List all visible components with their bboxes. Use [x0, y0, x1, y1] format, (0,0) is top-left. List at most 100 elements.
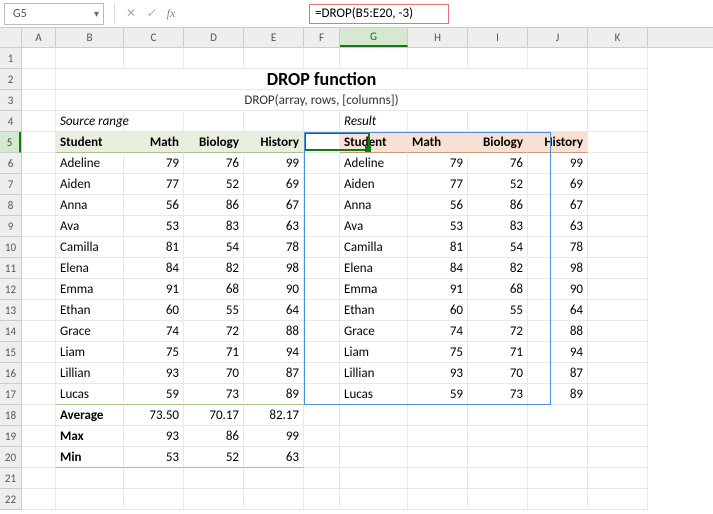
cell[interactable]	[184, 48, 244, 69]
cell[interactable]	[408, 447, 468, 468]
col-header[interactable]: D	[184, 28, 244, 47]
cell[interactable]: Min	[56, 447, 124, 468]
cell[interactable]	[22, 279, 56, 300]
col-header[interactable]: F	[304, 28, 340, 47]
cell[interactable]: 70	[184, 363, 244, 384]
cell[interactable]: 88	[528, 321, 588, 342]
cell[interactable]	[408, 405, 468, 426]
cell[interactable]: 93	[124, 426, 184, 447]
cell[interactable]: Ava	[340, 216, 408, 237]
cell[interactable]	[340, 426, 408, 447]
cell[interactable]: 52	[468, 174, 528, 195]
cell[interactable]	[468, 447, 528, 468]
cell[interactable]	[22, 426, 56, 447]
cell[interactable]: 79	[124, 153, 184, 174]
row-header[interactable]: 9	[0, 216, 21, 237]
row-header[interactable]: 22	[0, 489, 21, 510]
cell[interactable]: 94	[244, 342, 304, 363]
cell[interactable]: 83	[184, 216, 244, 237]
cell[interactable]	[528, 489, 588, 510]
row-header[interactable]: 17	[0, 384, 21, 405]
cell[interactable]	[22, 90, 56, 111]
cell[interactable]	[22, 153, 56, 174]
row-header[interactable]: 12	[0, 279, 21, 300]
cell[interactable]: 77	[124, 174, 184, 195]
cell[interactable]	[340, 489, 408, 510]
row-header[interactable]: 18	[0, 405, 21, 426]
cell[interactable]	[588, 363, 648, 384]
cell[interactable]	[22, 132, 56, 153]
cell[interactable]	[340, 405, 408, 426]
cell[interactable]: 78	[244, 237, 304, 258]
cell[interactable]: 53	[124, 216, 184, 237]
cell[interactable]: Max	[56, 426, 124, 447]
cell[interactable]	[22, 237, 56, 258]
cell[interactable]: 64	[244, 300, 304, 321]
cell[interactable]	[588, 321, 648, 342]
cell[interactable]: 83	[468, 216, 528, 237]
cell[interactable]: 94	[528, 342, 588, 363]
cell[interactable]: Emma	[340, 279, 408, 300]
cell[interactable]: 73.50	[124, 405, 184, 426]
cell[interactable]: 74	[408, 321, 468, 342]
cell[interactable]: History	[244, 132, 304, 153]
select-all-corner[interactable]	[0, 28, 22, 48]
cell[interactable]	[304, 405, 340, 426]
row-header[interactable]: 13	[0, 300, 21, 321]
cell[interactable]: 59	[408, 384, 468, 405]
col-header[interactable]: J	[528, 28, 588, 47]
cell[interactable]: 89	[244, 384, 304, 405]
cell[interactable]	[588, 195, 648, 216]
col-header[interactable]: I	[468, 28, 528, 47]
cell[interactable]: 75	[124, 342, 184, 363]
cell[interactable]	[244, 489, 304, 510]
cell[interactable]	[528, 426, 588, 447]
cell[interactable]	[22, 111, 56, 132]
cell[interactable]: 86	[468, 195, 528, 216]
cell[interactable]: Aiden	[56, 174, 124, 195]
cell[interactable]: 70.17	[184, 405, 244, 426]
cell[interactable]	[244, 48, 304, 69]
row-header[interactable]: 10	[0, 237, 21, 258]
cell[interactable]: 52	[184, 174, 244, 195]
cell[interactable]: 91	[408, 279, 468, 300]
cell[interactable]: Lucas	[56, 384, 124, 405]
cell[interactable]	[588, 342, 648, 363]
cell[interactable]: 99	[244, 426, 304, 447]
cell[interactable]: 68	[184, 279, 244, 300]
cell-area[interactable]: DROP functionDROP(array, rows, [columns]…	[22, 48, 713, 514]
cell[interactable]	[22, 342, 56, 363]
cell[interactable]: 90	[244, 279, 304, 300]
cell[interactable]: 98	[244, 258, 304, 279]
cell[interactable]	[22, 69, 56, 90]
cell[interactable]: 86	[184, 426, 244, 447]
cell[interactable]	[304, 384, 340, 405]
cell[interactable]	[304, 489, 340, 510]
cell[interactable]: Grace	[340, 321, 408, 342]
cell[interactable]	[468, 489, 528, 510]
cell[interactable]	[304, 48, 340, 69]
name-box[interactable]: G5 ▾	[4, 3, 104, 25]
cell[interactable]	[304, 342, 340, 363]
cell[interactable]: Elena	[340, 258, 408, 279]
cell[interactable]	[184, 111, 244, 132]
cell[interactable]: Camilla	[340, 237, 408, 258]
row-header[interactable]: 15	[0, 342, 21, 363]
cell[interactable]	[408, 468, 468, 489]
cell[interactable]: Lillian	[56, 363, 124, 384]
cell[interactable]: 55	[184, 300, 244, 321]
cell[interactable]: 53	[408, 216, 468, 237]
cell[interactable]	[124, 111, 184, 132]
cell[interactable]	[340, 447, 408, 468]
enter-icon[interactable]: ✓	[141, 3, 161, 25]
cell[interactable]	[304, 426, 340, 447]
cell[interactable]: 81	[124, 237, 184, 258]
cell[interactable]: Biology	[468, 132, 528, 153]
cell[interactable]	[22, 258, 56, 279]
cell[interactable]	[528, 468, 588, 489]
cell[interactable]	[588, 300, 648, 321]
cell[interactable]	[468, 468, 528, 489]
formula-input[interactable]: =DROP(B5:E20, -3)	[191, 3, 713, 25]
cell[interactable]	[22, 321, 56, 342]
cell[interactable]	[22, 48, 56, 69]
